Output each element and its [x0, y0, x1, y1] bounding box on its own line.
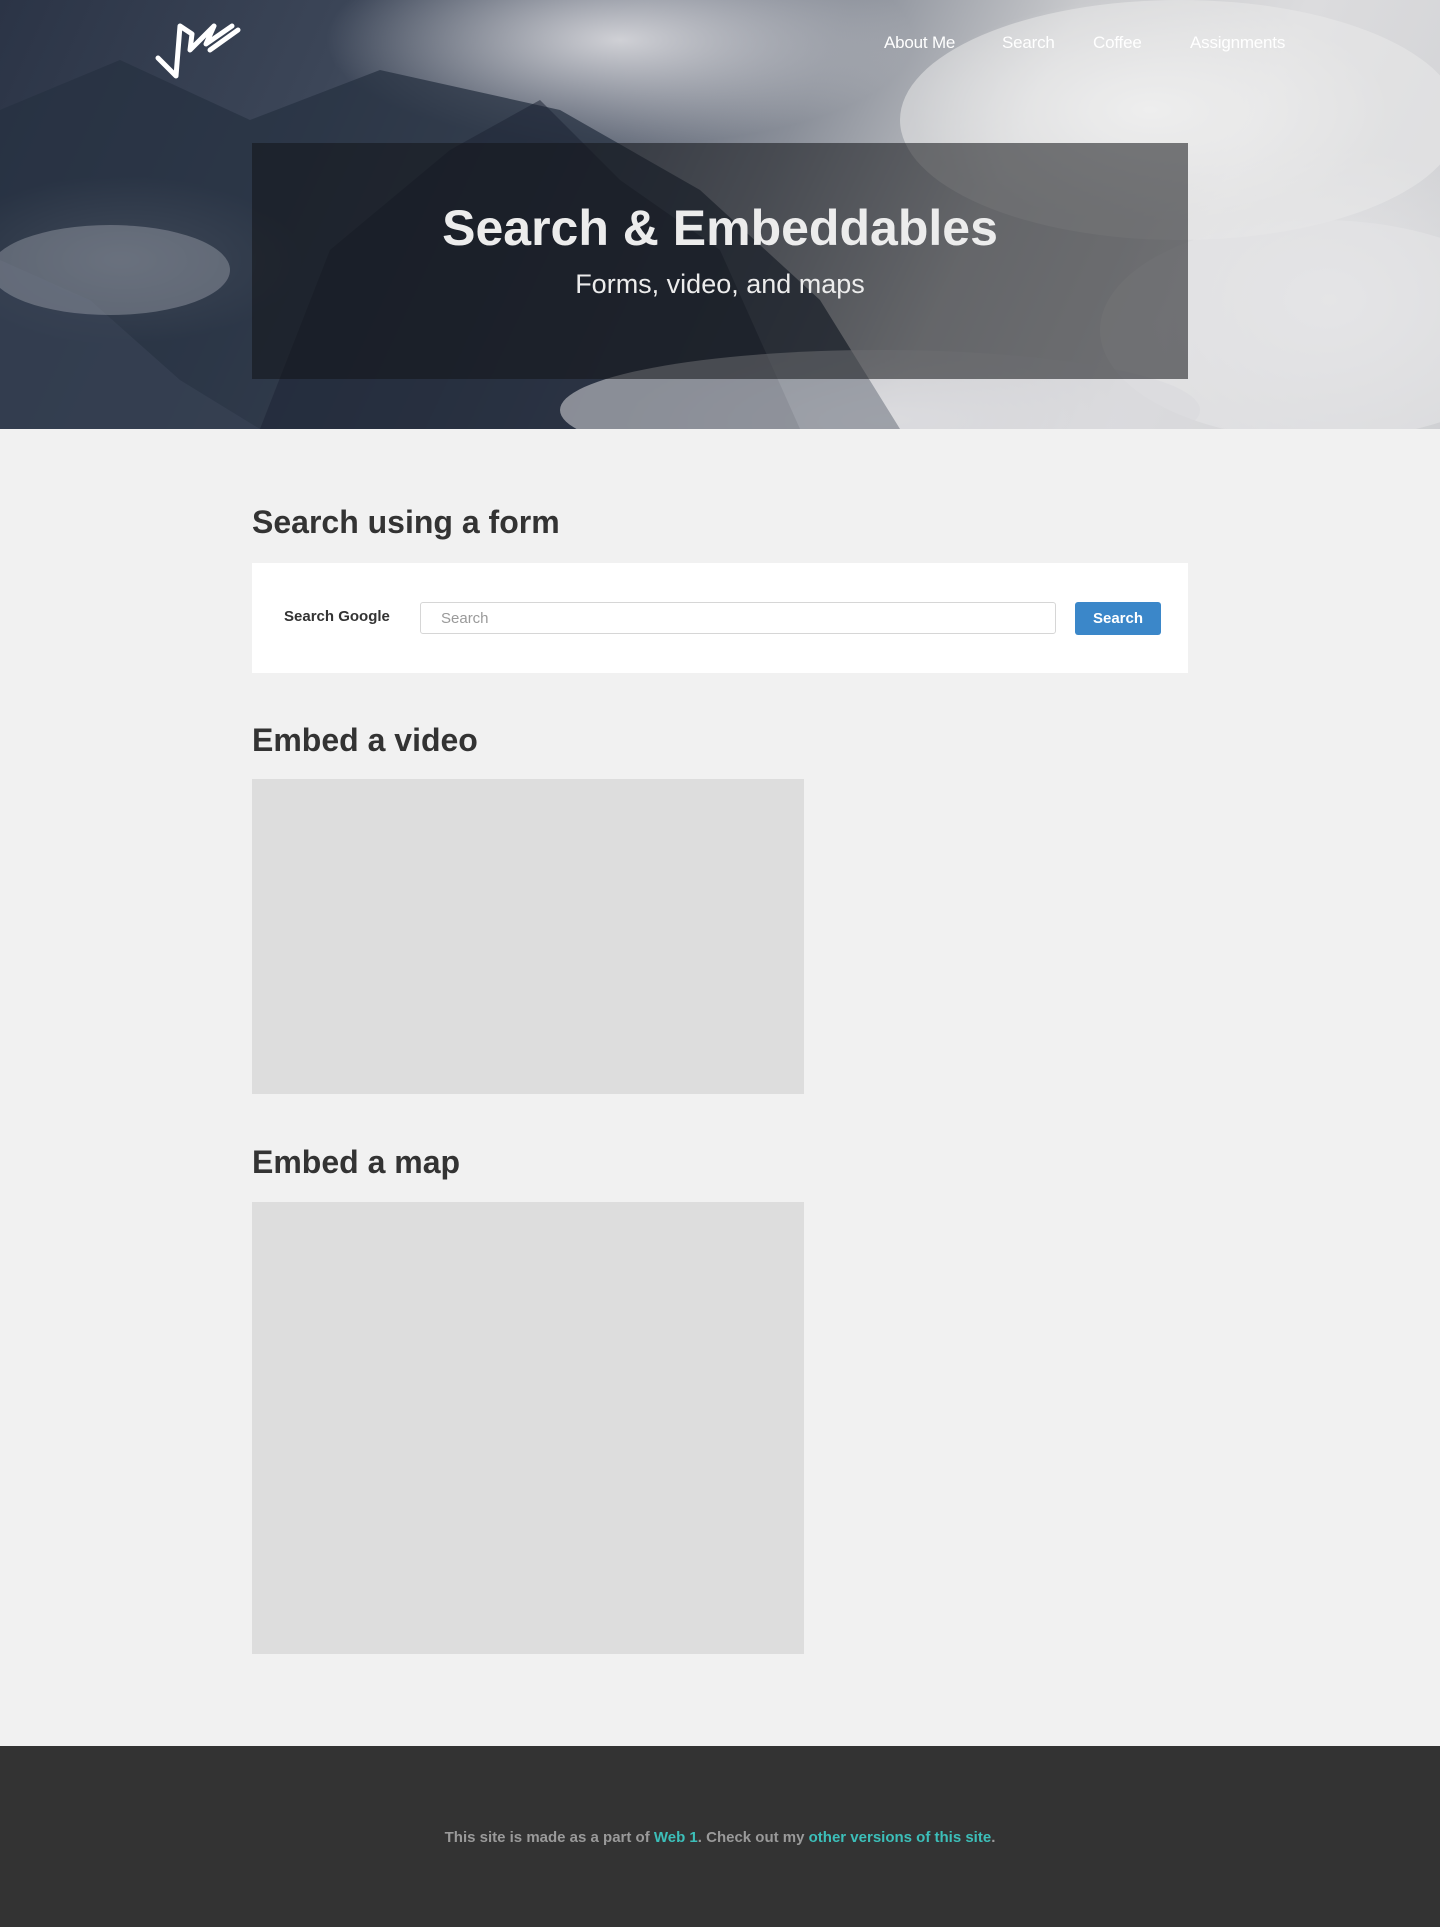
nav-link-assignments[interactable]: Assignments — [1190, 33, 1285, 53]
footer-link-other-versions[interactable]: other versions of this site — [809, 1829, 992, 1846]
page-subtitle: Forms, video, and maps — [575, 269, 865, 299]
footer-text-before: This site is made as a part of — [444, 1829, 654, 1846]
site-footer: This site is made as a part of Web 1. Ch… — [0, 1746, 1440, 1927]
search-google-label: Search Google — [284, 608, 390, 625]
map-embed-placeholder[interactable] — [252, 1202, 804, 1654]
footer-text-after: . — [991, 1829, 996, 1846]
search-input[interactable] — [420, 602, 1056, 634]
nav-link-coffee[interactable]: Coffee — [1093, 33, 1142, 53]
footer-link-web1[interactable]: Web 1 — [654, 1829, 698, 1846]
page-title: Search & Embeddables — [442, 200, 998, 256]
nav-link-search[interactable]: Search — [1002, 33, 1055, 53]
map-section-heading: Embed a map — [252, 1144, 461, 1180]
main-content: Search using a form Search Google Search… — [252, 429, 1188, 1746]
signature-logo-icon[interactable] — [152, 20, 242, 86]
search-button[interactable]: Search — [1075, 602, 1161, 635]
video-embed-placeholder[interactable] — [252, 779, 804, 1094]
video-section-heading: Embed a video — [252, 722, 478, 758]
footer-text-middle: . Check out my — [697, 1829, 809, 1846]
hero-title-box: Search & Embeddables Forms, video, and m… — [252, 143, 1188, 379]
hero-banner: About Me Search Coffee Assignments Searc… — [0, 0, 1440, 429]
search-form: Search Google Search — [252, 563, 1188, 673]
top-navigation: About Me Search Coffee Assignments — [0, 0, 1440, 86]
nav-link-about-me[interactable]: About Me — [884, 33, 955, 53]
search-section-heading: Search using a form — [252, 504, 560, 540]
footer-text: This site is made as a part of Web 1. Ch… — [0, 1829, 1440, 1846]
